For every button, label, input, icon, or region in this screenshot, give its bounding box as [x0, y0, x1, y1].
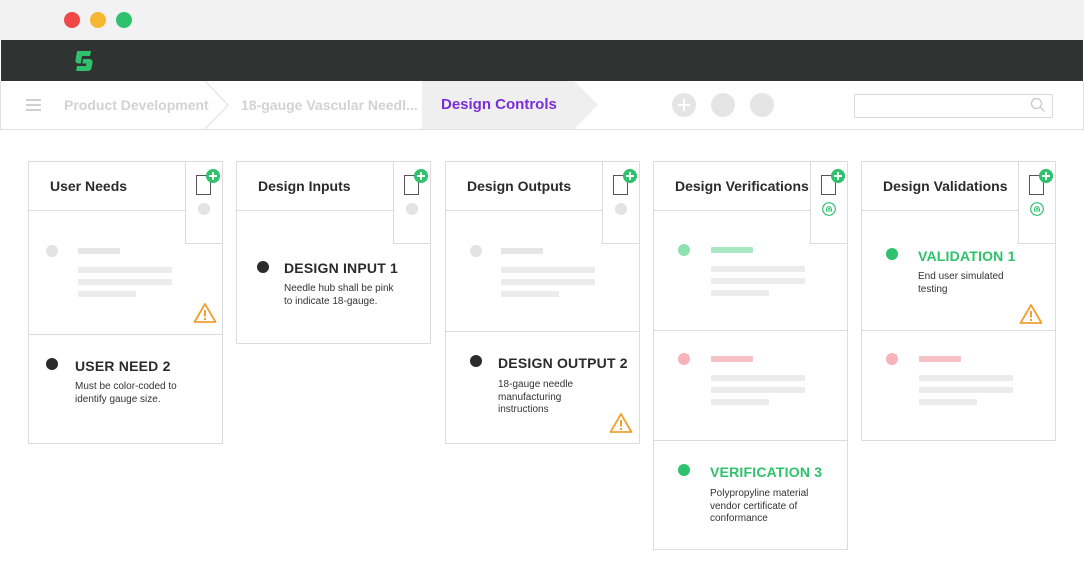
placeholder-line [919, 356, 961, 362]
placeholder-line [711, 375, 805, 381]
status-dot [46, 358, 58, 370]
column-header: Design Outputs [445, 161, 640, 244]
placeholder-line [919, 399, 977, 405]
add-icon[interactable] [672, 93, 696, 117]
card-description: End user simulated testing [918, 271, 1004, 295]
breadcrumb-chevron-icon [204, 81, 229, 129]
breadcrumb-item-product-development[interactable]: Product Development [64, 81, 209, 129]
maximize-window-button[interactable] [116, 12, 132, 28]
column-design-validations: Design Validations VALIDATION 1 End user… [861, 161, 1056, 441]
placeholder-line [501, 267, 595, 273]
column-header: Design Verifications [653, 161, 848, 244]
column-tab [810, 161, 848, 244]
status-dot-icon [198, 203, 210, 215]
placeholder-line [78, 248, 120, 254]
item-card[interactable]: VERIFICATION 3 Polypropyline material ve… [653, 441, 848, 550]
column-title: Design Validations [883, 178, 1008, 194]
card-title: USER NEED 2 [75, 358, 171, 374]
placeholder-line [711, 387, 805, 393]
placeholder-card[interactable] [861, 331, 1056, 441]
status-dot [886, 248, 898, 260]
warning-icon[interactable] [1019, 303, 1043, 325]
card-description: Needle hub shall be pink to indicate 18-… [284, 283, 394, 307]
column-design-verifications: Design Verifications VERIFICATION 3 Poly… [653, 161, 848, 550]
placeholder-line [78, 267, 172, 273]
card-title: DESIGN INPUT 1 [284, 260, 399, 276]
column-title: Design Inputs [258, 178, 351, 194]
add-icon[interactable] [623, 169, 637, 183]
placeholder-line [711, 356, 753, 362]
status-dot [470, 355, 482, 367]
status-dot-icon [406, 203, 418, 215]
column-title: Design Outputs [467, 178, 572, 194]
warning-icon[interactable] [193, 302, 217, 324]
card-description: Polypropyline material vendor certificat… [710, 488, 809, 524]
placeholder-line [711, 278, 805, 284]
placeholder-line [919, 375, 1013, 381]
add-icon[interactable] [831, 169, 845, 183]
status-dot-icon [615, 203, 627, 215]
placeholder-line [501, 291, 559, 297]
search-input[interactable] [854, 94, 1053, 118]
app-header [1, 40, 1083, 81]
menu-icon[interactable] [26, 99, 41, 111]
item-card[interactable]: USER NEED 2 Must be color-coded to ident… [28, 335, 223, 444]
add-icon[interactable] [1039, 169, 1053, 183]
column-design-outputs: Design Outputs DESIGN OUTPUT 2 18-gauge … [445, 161, 640, 444]
toolbar-circle-button[interactable] [750, 93, 774, 117]
greenlight-logo-icon[interactable] [73, 49, 95, 73]
placeholder-line [711, 399, 769, 405]
column-user-needs: User Needs USER NEED 2 Must be color-cod… [28, 161, 223, 444]
status-dot [678, 353, 690, 365]
placeholder-line [711, 290, 769, 296]
placeholder-line [501, 279, 595, 285]
breadcrumb-item-needle[interactable]: 18-gauge Vascular Needl... [241, 81, 418, 129]
toolbar-circle-button[interactable] [711, 93, 735, 117]
column-tab [1018, 161, 1056, 244]
status-dot [470, 245, 482, 257]
placeholder-line [501, 248, 543, 254]
status-dot [46, 245, 58, 257]
add-icon[interactable] [414, 169, 428, 183]
placeholder-line [711, 247, 753, 253]
card-description: Must be color-coded to identify gauge si… [75, 381, 177, 405]
status-dot [678, 244, 690, 256]
card-description: 18-gauge needle manufacturing instructio… [498, 379, 574, 415]
minimize-window-button[interactable] [90, 12, 106, 28]
warning-icon[interactable] [609, 412, 633, 434]
column-title: User Needs [50, 178, 128, 194]
status-dot [678, 464, 690, 476]
placeholder-line [711, 266, 805, 272]
status-dot [886, 353, 898, 365]
item-card[interactable]: DESIGN OUTPUT 2 18-gauge needle manufact… [445, 332, 640, 444]
placeholder-line [78, 291, 136, 297]
add-icon[interactable] [206, 169, 220, 183]
placeholder-line [78, 279, 172, 285]
card-title: DESIGN OUTPUT 2 [498, 355, 628, 371]
breadcrumb-active-label: Design Controls [441, 96, 557, 113]
window-titlebar [0, 0, 1084, 40]
column-tab [393, 161, 431, 244]
fingerprint-icon [1030, 202, 1044, 216]
column-header: Design Validations [861, 161, 1056, 244]
column-title: Design Verifications [675, 178, 809, 194]
breadcrumb-item-design-controls[interactable]: Design Controls [422, 81, 598, 129]
placeholder-card[interactable] [653, 331, 848, 441]
fingerprint-icon [822, 202, 836, 216]
column-header: User Needs [28, 161, 223, 244]
close-window-button[interactable] [64, 12, 80, 28]
status-dot [257, 261, 269, 273]
search-icon[interactable] [1030, 97, 1046, 113]
column-tab [602, 161, 640, 244]
column-header: Design Inputs [236, 161, 431, 244]
card-title: VERIFICATION 3 [710, 464, 823, 480]
placeholder-line [919, 387, 1013, 393]
card-title: VALIDATION 1 [918, 248, 1016, 264]
column-tab [185, 161, 223, 244]
column-design-inputs: Design Inputs DESIGN INPUT 1 Needle hub … [236, 161, 431, 344]
